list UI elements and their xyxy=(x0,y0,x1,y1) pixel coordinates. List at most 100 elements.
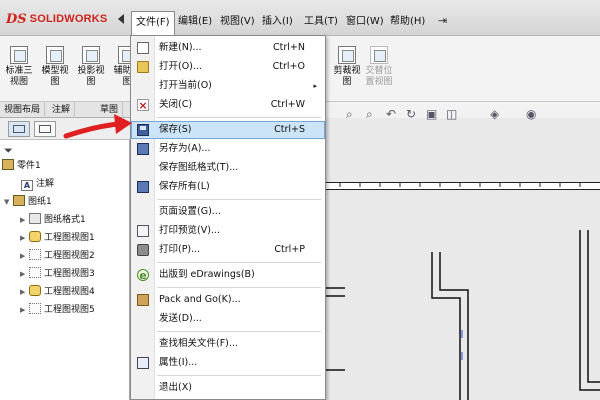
pan-icon[interactable]: ▣ xyxy=(426,107,437,121)
drawing-view-icon xyxy=(29,285,41,296)
menu-item-new[interactable]: 新建(N)... Ctrl+N xyxy=(131,39,325,57)
menu-item-publish-edrawings[interactable]: e 出版到 eDrawings(B) xyxy=(131,266,325,284)
tab-view-layout[interactable]: 视图布局 xyxy=(0,102,46,118)
tool-crop-view[interactable]: 剪裁视图 xyxy=(330,46,364,96)
tree-item-annotations[interactable]: A 注解 xyxy=(12,176,54,192)
heads-up-view-toolbar: ⌕ ⌕ ↶ ↻ ▣ ◫ ◈ ◉ xyxy=(340,105,560,125)
drawing-view-icon xyxy=(29,267,41,278)
menu-item-open[interactable]: 打开(O)... Ctrl+O xyxy=(131,58,325,76)
menu-separator xyxy=(157,375,321,376)
crop-view-icon xyxy=(338,46,356,64)
tree-item-drawing-view-2[interactable]: ▶ 工程图视图2 xyxy=(20,248,95,264)
menu-item-save-sheet-format[interactable]: 保存图纸格式(T)... xyxy=(131,159,325,177)
menu-item-send[interactable]: 发送(D)... xyxy=(131,310,325,328)
alternate-position-view-icon xyxy=(370,46,388,64)
zoom-to-fit-icon[interactable]: ⌕ xyxy=(346,107,353,122)
tree-item-drawing-view-1[interactable]: ▶ 工程图视图1 xyxy=(20,230,95,246)
drawing-view-outline-right-inner xyxy=(587,230,600,383)
title-menu-bar: DS SOLIDWORKS 文件(F) 编辑(E) 视图(V) 插入(I) 工具… xyxy=(0,0,600,36)
print-icon xyxy=(137,244,149,256)
red-pointer-arrow-icon xyxy=(63,114,132,139)
solidworks-logo[interactable]: DS SOLIDWORKS xyxy=(6,9,107,29)
property-manager-tab[interactable] xyxy=(34,121,56,137)
menu-separator xyxy=(157,262,321,263)
menu-item-close[interactable]: × 关闭(C) Ctrl+W xyxy=(131,96,325,114)
tool-projected-view[interactable]: 投影视图 xyxy=(74,46,108,96)
tree-item-sheet-format[interactable]: ▶ 图纸格式1 xyxy=(20,212,86,228)
pin-menu-icon[interactable]: ⇥ xyxy=(438,14,447,27)
property-manager-icon xyxy=(39,125,51,133)
edrawings-icon: e xyxy=(137,269,149,282)
zoom-to-area-icon[interactable]: ⌕ xyxy=(366,107,373,122)
menu-item-find-references[interactable]: 查找相关文件(F)... xyxy=(131,335,325,353)
view-settings-icon[interactable]: ◉ xyxy=(526,107,536,121)
menu-tools[interactable]: 工具(T) xyxy=(300,12,342,32)
drawing-view-outline-left xyxy=(431,252,461,400)
menu-edit[interactable]: 编辑(E) xyxy=(174,12,216,32)
tree-item-drawing-view-5[interactable]: ▶ 工程图视图5 xyxy=(20,302,95,318)
expand-arrow-icon[interactable]: ▶ xyxy=(20,284,29,300)
menu-item-pack-and-go[interactable]: Pack and Go(K)... xyxy=(131,291,325,309)
rotate-view-icon[interactable]: ↻ xyxy=(406,107,416,121)
feature-tree-icon xyxy=(13,125,25,133)
filter-icon[interactable]: ⏷ xyxy=(4,144,13,158)
menu-item-save[interactable]: 保存(S) Ctrl+S xyxy=(131,121,325,139)
tree-item-drawing-view-3[interactable]: ▶ 工程图视图3 xyxy=(20,266,95,282)
menu-item-print-preview[interactable]: 打印预览(V)... xyxy=(131,222,325,240)
file-menu-dropdown: 新建(N)... Ctrl+N 打开(O)... Ctrl+O 打开当前(O) … xyxy=(130,35,326,400)
model-view-icon xyxy=(46,46,64,64)
menu-view[interactable]: 视图(V) xyxy=(216,12,259,32)
tree-root[interactable]: 零件1 xyxy=(2,158,41,174)
expand-arrow-icon[interactable]: ▶ xyxy=(20,230,29,246)
save-as-icon xyxy=(137,143,149,155)
drawing-view-outline-right xyxy=(579,230,600,391)
pack-and-go-icon xyxy=(137,294,149,306)
drawing-view-icon xyxy=(29,303,41,314)
collapse-arrow-icon[interactable]: ▼ xyxy=(4,194,13,210)
standard-3-view-icon xyxy=(10,46,28,64)
feature-tree-tab[interactable] xyxy=(8,121,30,137)
menu-window[interactable]: 窗口(W) xyxy=(342,12,388,32)
tree-item-drawing-view-4[interactable]: ▶ 工程图视图4 xyxy=(20,284,95,300)
drawing-view-icon xyxy=(29,249,41,260)
menu-item-open-current[interactable]: 打开当前(O) ▸ xyxy=(131,77,325,95)
menu-item-save-as[interactable]: 另存为(A)... xyxy=(131,140,325,158)
menu-item-exit[interactable]: 退出(X) xyxy=(131,379,325,397)
menu-file[interactable]: 文件(F) xyxy=(131,11,175,35)
expand-arrow-icon[interactable]: ▶ xyxy=(20,266,29,282)
open-folder-icon xyxy=(137,61,149,73)
menu-separator xyxy=(157,117,321,118)
menu-help[interactable]: 帮助(H) xyxy=(386,12,429,32)
tree-item-sheet[interactable]: ▼ 图纸1 xyxy=(4,194,52,210)
tool-standard-3-view[interactable]: 标准三视图 xyxy=(2,46,36,96)
expand-arrow-icon[interactable]: ▶ xyxy=(20,302,29,318)
properties-icon xyxy=(137,357,149,369)
tool-alternate-position-view[interactable]: 交替位置视图 xyxy=(362,46,396,96)
sheet-icon xyxy=(13,195,25,206)
menu-separator xyxy=(157,287,321,288)
menu-item-page-setup[interactable]: 页面设置(G)... xyxy=(131,203,325,221)
menu-item-properties[interactable]: 属性(I)... xyxy=(131,354,325,372)
submenu-arrow-icon: ▸ xyxy=(313,82,317,90)
close-icon: × xyxy=(137,99,149,112)
tool-model-view[interactable]: 模型视图 xyxy=(38,46,72,96)
menu-item-print[interactable]: 打印(P)... Ctrl+P xyxy=(131,241,325,259)
menu-collapse-arrow-icon[interactable] xyxy=(118,14,124,24)
previous-view-icon[interactable]: ↶ xyxy=(386,107,396,121)
display-style-icon[interactable]: ◫ xyxy=(446,107,457,121)
annotation-icon: A xyxy=(21,180,33,191)
ds-logo-mark: DS xyxy=(6,11,27,27)
save-icon xyxy=(137,124,149,136)
menu-item-save-all[interactable]: 保存所有(L) xyxy=(131,178,325,196)
expand-arrow-icon[interactable]: ▶ xyxy=(20,212,29,228)
drawing-view-icon xyxy=(29,231,41,242)
menu-insert[interactable]: 插入(I) xyxy=(258,12,297,32)
sheet-format-icon xyxy=(29,213,41,224)
projected-view-icon xyxy=(82,46,100,64)
expand-arrow-icon[interactable]: ▶ xyxy=(20,248,29,264)
menu-separator xyxy=(157,199,321,200)
new-document-icon xyxy=(137,42,149,54)
app-name: SOLIDWORKS xyxy=(29,13,108,25)
save-all-icon xyxy=(137,181,149,193)
hide-show-items-icon[interactable]: ◈ xyxy=(490,107,499,121)
